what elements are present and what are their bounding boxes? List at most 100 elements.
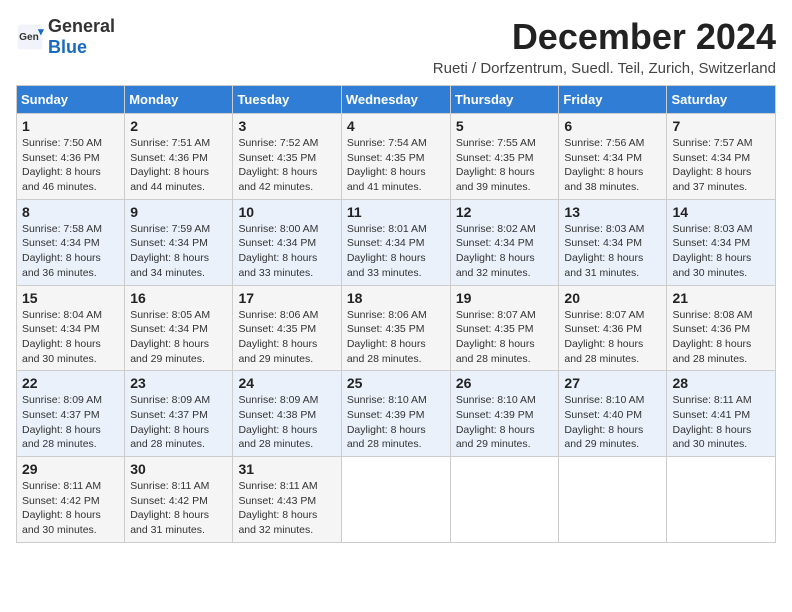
calendar-week-row: 22 Sunrise: 8:09 AM Sunset: 4:37 PM Dayl…	[17, 371, 776, 457]
calendar-cell: 15 Sunrise: 8:04 AM Sunset: 4:34 PM Dayl…	[17, 285, 125, 371]
day-info: Sunrise: 7:57 AM Sunset: 4:34 PM Dayligh…	[672, 136, 770, 195]
day-info: Sunrise: 7:58 AM Sunset: 4:34 PM Dayligh…	[22, 222, 119, 281]
calendar-cell: 16 Sunrise: 8:05 AM Sunset: 4:34 PM Dayl…	[125, 285, 233, 371]
calendar-cell	[559, 457, 667, 543]
day-number: 25	[347, 375, 445, 391]
day-info: Sunrise: 8:09 AM Sunset: 4:37 PM Dayligh…	[22, 393, 119, 452]
calendar-cell	[450, 457, 559, 543]
title-area: December 2024 Rueti / Dorfzentrum, Suedl…	[433, 16, 776, 77]
day-info: Sunrise: 8:09 AM Sunset: 4:38 PM Dayligh…	[238, 393, 335, 452]
calendar-cell: 31 Sunrise: 8:11 AM Sunset: 4:43 PM Dayl…	[233, 457, 341, 543]
calendar-cell: 21 Sunrise: 8:08 AM Sunset: 4:36 PM Dayl…	[667, 285, 776, 371]
calendar-cell: 22 Sunrise: 8:09 AM Sunset: 4:37 PM Dayl…	[17, 371, 125, 457]
day-number: 7	[672, 118, 770, 134]
calendar-cell: 10 Sunrise: 8:00 AM Sunset: 4:34 PM Dayl…	[233, 199, 341, 285]
logo-general-text: General	[48, 16, 115, 36]
day-number: 11	[347, 204, 445, 220]
day-number: 24	[238, 375, 335, 391]
day-info: Sunrise: 8:11 AM Sunset: 4:42 PM Dayligh…	[22, 479, 119, 538]
day-info: Sunrise: 8:04 AM Sunset: 4:34 PM Dayligh…	[22, 308, 119, 367]
calendar-cell: 30 Sunrise: 8:11 AM Sunset: 4:42 PM Dayl…	[125, 457, 233, 543]
day-number: 26	[456, 375, 554, 391]
day-number: 21	[672, 290, 770, 306]
day-info: Sunrise: 8:00 AM Sunset: 4:34 PM Dayligh…	[238, 222, 335, 281]
day-number: 6	[564, 118, 661, 134]
calendar-week-row: 15 Sunrise: 8:04 AM Sunset: 4:34 PM Dayl…	[17, 285, 776, 371]
day-info: Sunrise: 7:51 AM Sunset: 4:36 PM Dayligh…	[130, 136, 227, 195]
day-info: Sunrise: 8:10 AM Sunset: 4:39 PM Dayligh…	[456, 393, 554, 452]
day-number: 19	[456, 290, 554, 306]
day-info: Sunrise: 7:54 AM Sunset: 4:35 PM Dayligh…	[347, 136, 445, 195]
day-info: Sunrise: 8:02 AM Sunset: 4:34 PM Dayligh…	[456, 222, 554, 281]
weekday-header: Friday	[559, 86, 667, 114]
day-info: Sunrise: 8:10 AM Sunset: 4:39 PM Dayligh…	[347, 393, 445, 452]
day-number: 9	[130, 204, 227, 220]
day-info: Sunrise: 8:01 AM Sunset: 4:34 PM Dayligh…	[347, 222, 445, 281]
day-number: 12	[456, 204, 554, 220]
calendar-cell: 9 Sunrise: 7:59 AM Sunset: 4:34 PM Dayli…	[125, 199, 233, 285]
weekday-header: Monday	[125, 86, 233, 114]
calendar-cell: 27 Sunrise: 8:10 AM Sunset: 4:40 PM Dayl…	[559, 371, 667, 457]
day-number: 23	[130, 375, 227, 391]
calendar-cell: 18 Sunrise: 8:06 AM Sunset: 4:35 PM Dayl…	[341, 285, 450, 371]
weekday-header: Wednesday	[341, 86, 450, 114]
weekday-header: Saturday	[667, 86, 776, 114]
day-info: Sunrise: 7:56 AM Sunset: 4:34 PM Dayligh…	[564, 136, 661, 195]
day-number: 31	[238, 461, 335, 477]
svg-text:Gen: Gen	[19, 32, 39, 43]
calendar-cell: 8 Sunrise: 7:58 AM Sunset: 4:34 PM Dayli…	[17, 199, 125, 285]
day-info: Sunrise: 8:03 AM Sunset: 4:34 PM Dayligh…	[564, 222, 661, 281]
day-number: 10	[238, 204, 335, 220]
calendar-cell: 23 Sunrise: 8:09 AM Sunset: 4:37 PM Dayl…	[125, 371, 233, 457]
calendar-cell: 19 Sunrise: 8:07 AM Sunset: 4:35 PM Dayl…	[450, 285, 559, 371]
weekday-header: Tuesday	[233, 86, 341, 114]
calendar-cell: 26 Sunrise: 8:10 AM Sunset: 4:39 PM Dayl…	[450, 371, 559, 457]
calendar-cell: 24 Sunrise: 8:09 AM Sunset: 4:38 PM Dayl…	[233, 371, 341, 457]
calendar-week-row: 29 Sunrise: 8:11 AM Sunset: 4:42 PM Dayl…	[17, 457, 776, 543]
logo-icon: Gen	[16, 23, 44, 51]
day-info: Sunrise: 8:09 AM Sunset: 4:37 PM Dayligh…	[130, 393, 227, 452]
calendar-cell	[341, 457, 450, 543]
calendar-cell: 14 Sunrise: 8:03 AM Sunset: 4:34 PM Dayl…	[667, 199, 776, 285]
day-info: Sunrise: 8:05 AM Sunset: 4:34 PM Dayligh…	[130, 308, 227, 367]
location: Rueti / Dorfzentrum, Suedl. Teil, Zurich…	[433, 60, 776, 77]
day-info: Sunrise: 7:52 AM Sunset: 4:35 PM Dayligh…	[238, 136, 335, 195]
calendar-cell: 13 Sunrise: 8:03 AM Sunset: 4:34 PM Dayl…	[559, 199, 667, 285]
day-info: Sunrise: 7:59 AM Sunset: 4:34 PM Dayligh…	[130, 222, 227, 281]
day-info: Sunrise: 8:11 AM Sunset: 4:41 PM Dayligh…	[672, 393, 770, 452]
weekday-header: Thursday	[450, 86, 559, 114]
day-info: Sunrise: 8:11 AM Sunset: 4:43 PM Dayligh…	[238, 479, 335, 538]
calendar-cell: 29 Sunrise: 8:11 AM Sunset: 4:42 PM Dayl…	[17, 457, 125, 543]
day-number: 5	[456, 118, 554, 134]
day-number: 2	[130, 118, 227, 134]
day-number: 4	[347, 118, 445, 134]
logo: Gen General Blue	[16, 16, 115, 58]
day-number: 17	[238, 290, 335, 306]
day-info: Sunrise: 7:55 AM Sunset: 4:35 PM Dayligh…	[456, 136, 554, 195]
calendar-cell: 3 Sunrise: 7:52 AM Sunset: 4:35 PM Dayli…	[233, 114, 341, 200]
calendar-cell: 12 Sunrise: 8:02 AM Sunset: 4:34 PM Dayl…	[450, 199, 559, 285]
day-info: Sunrise: 8:07 AM Sunset: 4:35 PM Dayligh…	[456, 308, 554, 367]
day-info: Sunrise: 8:10 AM Sunset: 4:40 PM Dayligh…	[564, 393, 661, 452]
calendar-cell	[667, 457, 776, 543]
weekday-header: Sunday	[17, 86, 125, 114]
calendar-header-row: SundayMondayTuesdayWednesdayThursdayFrid…	[17, 86, 776, 114]
calendar-cell: 7 Sunrise: 7:57 AM Sunset: 4:34 PM Dayli…	[667, 114, 776, 200]
day-number: 13	[564, 204, 661, 220]
day-number: 22	[22, 375, 119, 391]
day-number: 14	[672, 204, 770, 220]
day-info: Sunrise: 8:06 AM Sunset: 4:35 PM Dayligh…	[347, 308, 445, 367]
day-info: Sunrise: 7:50 AM Sunset: 4:36 PM Dayligh…	[22, 136, 119, 195]
calendar-cell: 1 Sunrise: 7:50 AM Sunset: 4:36 PM Dayli…	[17, 114, 125, 200]
calendar-cell: 25 Sunrise: 8:10 AM Sunset: 4:39 PM Dayl…	[341, 371, 450, 457]
calendar-week-row: 1 Sunrise: 7:50 AM Sunset: 4:36 PM Dayli…	[17, 114, 776, 200]
calendar-cell: 11 Sunrise: 8:01 AM Sunset: 4:34 PM Dayl…	[341, 199, 450, 285]
calendar-cell: 17 Sunrise: 8:06 AM Sunset: 4:35 PM Dayl…	[233, 285, 341, 371]
day-number: 16	[130, 290, 227, 306]
calendar-cell: 4 Sunrise: 7:54 AM Sunset: 4:35 PM Dayli…	[341, 114, 450, 200]
day-number: 3	[238, 118, 335, 134]
day-number: 18	[347, 290, 445, 306]
calendar-cell: 28 Sunrise: 8:11 AM Sunset: 4:41 PM Dayl…	[667, 371, 776, 457]
day-number: 28	[672, 375, 770, 391]
day-info: Sunrise: 8:06 AM Sunset: 4:35 PM Dayligh…	[238, 308, 335, 367]
